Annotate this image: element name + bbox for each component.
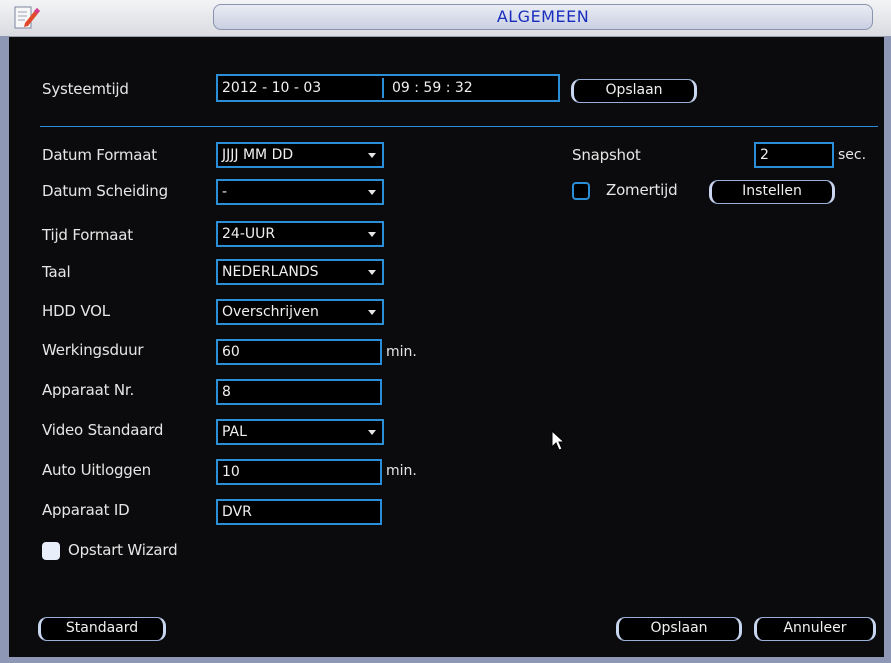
auto-uitloggen-label: Auto Uitloggen bbox=[42, 461, 151, 479]
zomertijd-checkbox[interactable] bbox=[572, 182, 590, 200]
opstart-wizard-label: Opstart Wizard bbox=[68, 541, 178, 559]
mouse-cursor-icon bbox=[551, 429, 567, 452]
video-standaard-select[interactable]: PAL bbox=[216, 419, 384, 445]
snapshot-label: Snapshot bbox=[572, 146, 641, 164]
systemtime-date[interactable]: 2012 - 10 - 03 bbox=[222, 80, 321, 96]
systemtime-separator bbox=[382, 78, 384, 98]
apparaat-id-label: Apparaat ID bbox=[42, 501, 130, 519]
auto-uitloggen-unit: min. bbox=[386, 463, 417, 479]
tijd-formaat-label: Tijd Formaat bbox=[42, 226, 133, 244]
werkingsduur-label: Werkingsduur bbox=[42, 341, 144, 359]
video-standaard-value: PAL bbox=[222, 424, 247, 440]
systemtime-save-button[interactable]: Opslaan bbox=[571, 79, 697, 103]
werkingsduur-input[interactable]: 60 bbox=[216, 339, 382, 365]
frame-left-border bbox=[0, 36, 9, 663]
opslaan-button[interactable]: Opslaan bbox=[616, 617, 742, 641]
chevron-down-icon bbox=[366, 181, 378, 203]
chevron-down-icon bbox=[366, 261, 378, 283]
zomertijd-instellen-button[interactable]: Instellen bbox=[709, 180, 835, 204]
tijd-formaat-select[interactable]: 24-UUR bbox=[216, 221, 384, 247]
snapshot-unit: sec. bbox=[838, 147, 867, 163]
systemtime-time[interactable]: 09 : 59 : 32 bbox=[392, 76, 473, 100]
datum-formaat-value: JJJJ MM DD bbox=[222, 147, 294, 163]
taal-label: Taal bbox=[42, 263, 71, 281]
annuleer-button[interactable]: Annuleer bbox=[754, 617, 876, 641]
datum-formaat-select[interactable]: JJJJ MM DD bbox=[216, 142, 384, 168]
snapshot-input[interactable]: 2 bbox=[754, 142, 834, 168]
systemtime-label: Systeemtijd bbox=[42, 80, 129, 98]
hdd-vol-value: Overschrijven bbox=[222, 304, 319, 320]
chevron-down-icon bbox=[366, 144, 378, 166]
datum-formaat-label: Datum Formaat bbox=[42, 146, 157, 164]
opstart-wizard-checkbox[interactable] bbox=[42, 542, 60, 560]
taal-value: NEDERLANDS bbox=[222, 264, 319, 280]
werkingsduur-unit: min. bbox=[386, 344, 417, 360]
window-title: ALGEMEEN bbox=[213, 4, 873, 30]
taal-select[interactable]: NEDERLANDS bbox=[216, 259, 384, 285]
hdd-vol-select[interactable]: Overschrijven bbox=[216, 299, 384, 325]
apparaat-id-input[interactable]: DVR bbox=[216, 499, 382, 525]
apparaat-nr-input[interactable]: 8 bbox=[216, 379, 382, 405]
systemtime-field[interactable]: 2012 - 10 - 03 09 : 59 : 32 bbox=[216, 74, 560, 102]
zomertijd-label: Zomertijd bbox=[606, 181, 678, 199]
frame-bottom-border bbox=[0, 657, 891, 663]
standaard-button[interactable]: Standaard bbox=[38, 617, 166, 641]
chevron-down-icon bbox=[366, 301, 378, 323]
section-divider bbox=[40, 126, 878, 127]
datum-scheiding-label: Datum Scheiding bbox=[42, 182, 168, 200]
datum-scheiding-value: - bbox=[222, 184, 228, 200]
chevron-down-icon bbox=[366, 223, 378, 245]
datum-scheiding-select[interactable]: - bbox=[216, 179, 384, 205]
hdd-vol-label: HDD VOL bbox=[42, 302, 110, 320]
title-bar: ALGEMEEN bbox=[0, 0, 891, 37]
auto-uitloggen-input[interactable]: 10 bbox=[216, 459, 382, 485]
tijd-formaat-value: 24-UUR bbox=[222, 226, 276, 242]
apparaat-nr-label: Apparaat Nr. bbox=[42, 381, 135, 399]
app-icon bbox=[12, 3, 42, 33]
video-standaard-label: Video Standaard bbox=[42, 421, 164, 439]
chevron-down-icon bbox=[366, 421, 378, 443]
frame-right-border bbox=[884, 36, 891, 663]
